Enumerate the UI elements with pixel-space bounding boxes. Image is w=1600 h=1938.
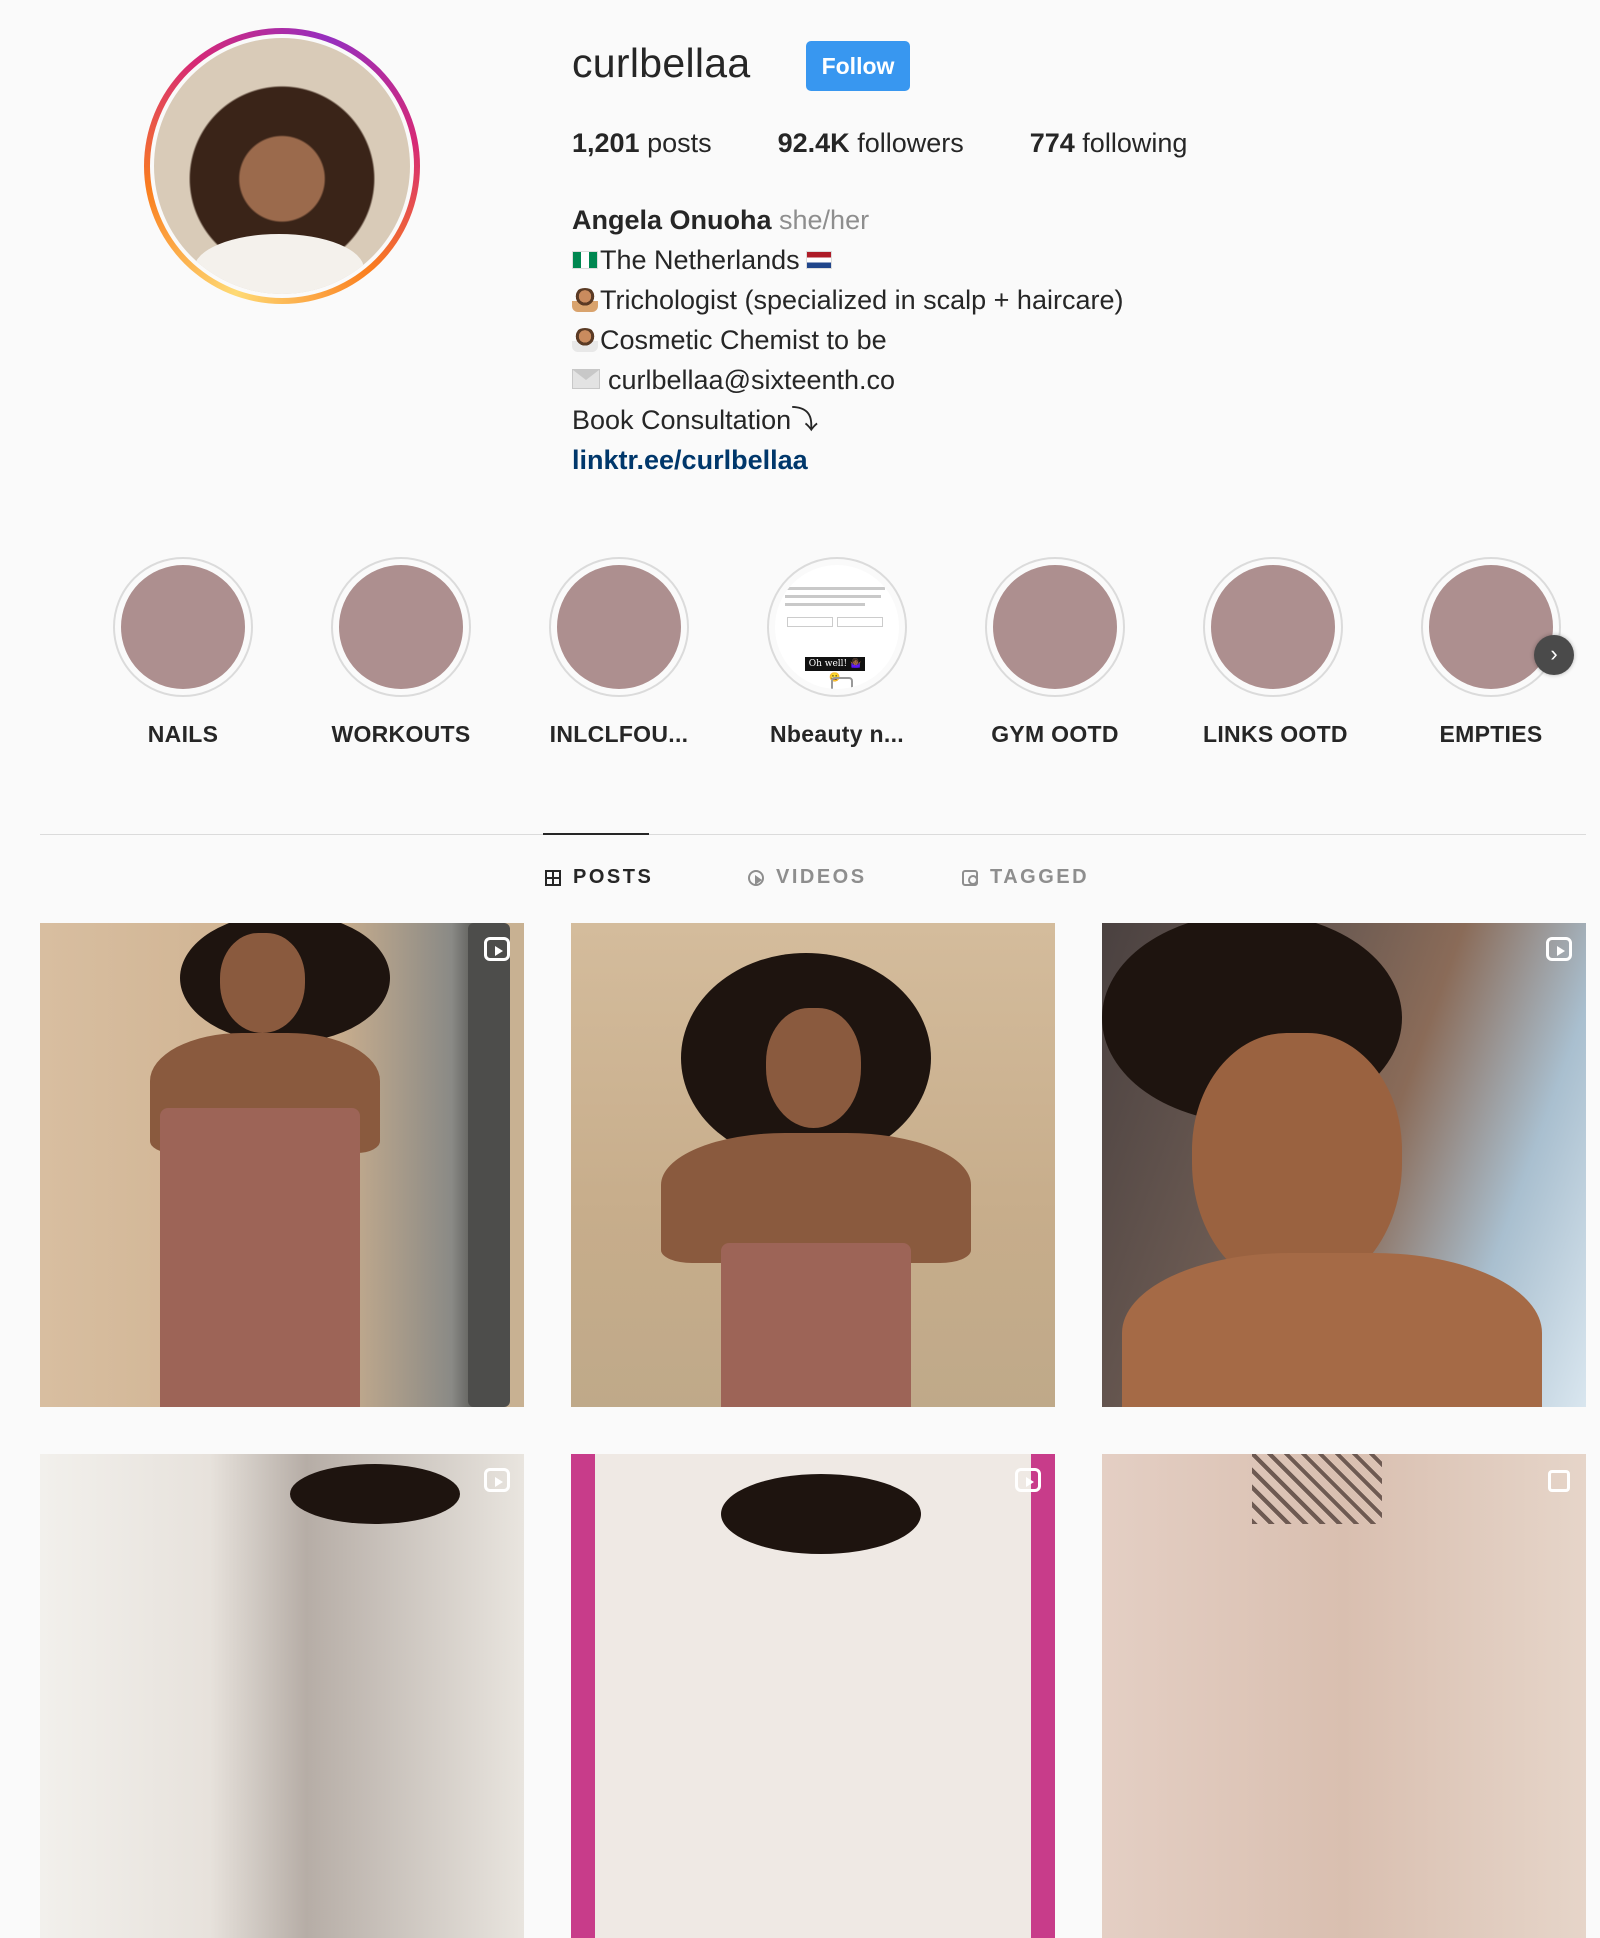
posts-label: posts (639, 128, 712, 158)
followers-label: followers (849, 128, 964, 158)
chevron-right-icon[interactable]: › (1534, 635, 1574, 675)
highlight-label: INLCLFOU... (549, 721, 689, 747)
scientist-emoji-icon (572, 328, 598, 352)
highlight-label: WORKOUTS (331, 721, 471, 747)
highlight-ring: Oh well! 🤷🏾‍♀️😀 (767, 557, 907, 697)
highlight-cover (993, 565, 1117, 689)
highlight-workouts[interactable]: WORKOUTS (331, 557, 471, 748)
posts-count: 1,201 (572, 128, 640, 158)
bio-book-line: Book Consultation⤵ (572, 405, 819, 435)
tab-videos[interactable]: VIDEOS (748, 866, 867, 889)
highlight-ring (549, 557, 689, 697)
highlight-label: Nbeauty n... (770, 721, 904, 747)
netherlands-flag-icon (805, 251, 832, 269)
reel-icon (1546, 937, 1572, 961)
bio-chemist: Cosmetic Chemist to be (600, 325, 887, 355)
follow-button[interactable]: Follow (806, 41, 910, 91)
highlight-cover (121, 565, 245, 689)
highlight-cover-screenshot: Oh well! 🤷🏾‍♀️😀 (775, 565, 899, 689)
highlight-gym-ootd[interactable]: GYM OOTD (985, 557, 1125, 748)
reel-icon (484, 937, 510, 961)
bio-location: The Netherlands (600, 245, 800, 275)
highlight-label: NAILS (147, 721, 219, 747)
highlight-cover-caption: Oh well! 🤷🏾‍♀️😀 (805, 657, 865, 683)
highlight-cover (339, 565, 463, 689)
profile-bio: Angela Onuoha she/her The Netherlands Tr… (572, 200, 1123, 480)
bio-trichologist: Trichologist (specialized in scalp + hai… (600, 285, 1124, 315)
profile-avatar (154, 38, 410, 294)
bio-pronouns: she/her (771, 205, 870, 235)
highlight-ring (331, 557, 471, 697)
reel-icon (1015, 1468, 1041, 1492)
highlight-cover (1211, 565, 1335, 689)
following-stat[interactable]: 774 following (1030, 128, 1188, 159)
bio-email: curlbellaa@sixteenth.co (608, 365, 896, 395)
highlight-cover (557, 565, 681, 689)
following-count: 774 (1029, 128, 1075, 158)
followers-count: 92.4K (777, 128, 850, 158)
tabs-divider (40, 834, 1586, 835)
highlight-label: LINKS OOTD (1203, 721, 1348, 747)
post-tile[interactable] (1102, 1454, 1586, 1938)
story-highlights: NAILS WORKOUTS INLCLFOU... Oh well! 🤷🏾‍♀… (113, 557, 1574, 757)
tab-play-icon (748, 869, 764, 886)
tab-videos-label: VIDEOS (776, 866, 867, 888)
highlight-links-ootd[interactable]: LINKS OOTD (1203, 557, 1348, 748)
highlight-ring (985, 557, 1125, 697)
tab-posts[interactable]: POSTS (545, 866, 653, 889)
bio-name-line: Angela Onuoha she/her (572, 200, 1123, 240)
envelope-icon (572, 369, 600, 389)
bio-link[interactable]: linktr.ee/curlbellaa (572, 440, 1123, 480)
followers-stat[interactable]: 92.4K followers (778, 128, 964, 159)
highlight-label: GYM OOTD (991, 721, 1119, 747)
nigeria-flag-icon (572, 251, 598, 269)
post-tile[interactable] (571, 1454, 1055, 1938)
woman-emoji-icon (572, 288, 598, 312)
posts-stat: 1,201 posts (572, 128, 712, 159)
highlight-ring (1421, 557, 1561, 697)
tab-tag-icon (962, 869, 978, 886)
bio-full-name: Angela Onuoha (572, 205, 772, 235)
bio-trichologist-line: Trichologist (specialized in scalp + hai… (572, 280, 1123, 320)
highlight-ring (1203, 557, 1343, 697)
post-tile[interactable] (40, 923, 524, 1407)
following-label: following (1074, 128, 1188, 158)
tab-tagged[interactable]: TAGGED (962, 866, 1089, 889)
highlight-nbeauty[interactable]: Oh well! 🤷🏾‍♀️😀 Nbeauty n... (767, 557, 907, 748)
highlight-inlclfou[interactable]: INLCLFOU... (549, 557, 689, 748)
tab-tagged-label: TAGGED (990, 866, 1090, 888)
profile-username: curlbellaa (572, 40, 751, 86)
active-tab-indicator (543, 833, 649, 835)
post-tile[interactable] (1102, 923, 1586, 1407)
bio-chemist-line: Cosmetic Chemist to be (572, 320, 1123, 360)
camera-icon (831, 677, 853, 689)
bio-location-line: The Netherlands (572, 240, 1123, 280)
post-tile[interactable] (40, 1454, 524, 1938)
tab-posts-label: POSTS (573, 866, 654, 888)
highlight-nails[interactable]: NAILS (113, 557, 253, 748)
bio-email-line: curlbellaa@sixteenth.co (572, 360, 1123, 400)
profile-stats: 1,201 posts 92.4K followers 774 followin… (572, 128, 1253, 159)
highlight-ring (113, 557, 253, 697)
profile-avatar-ring[interactable] (144, 28, 420, 304)
carousel-icon (1548, 1470, 1570, 1492)
highlight-cover (1429, 565, 1553, 689)
reel-icon (484, 1468, 510, 1492)
tab-grid-icon (545, 869, 561, 886)
highlight-label: EMPTIES (1439, 721, 1543, 747)
post-tile[interactable] (571, 923, 1055, 1407)
